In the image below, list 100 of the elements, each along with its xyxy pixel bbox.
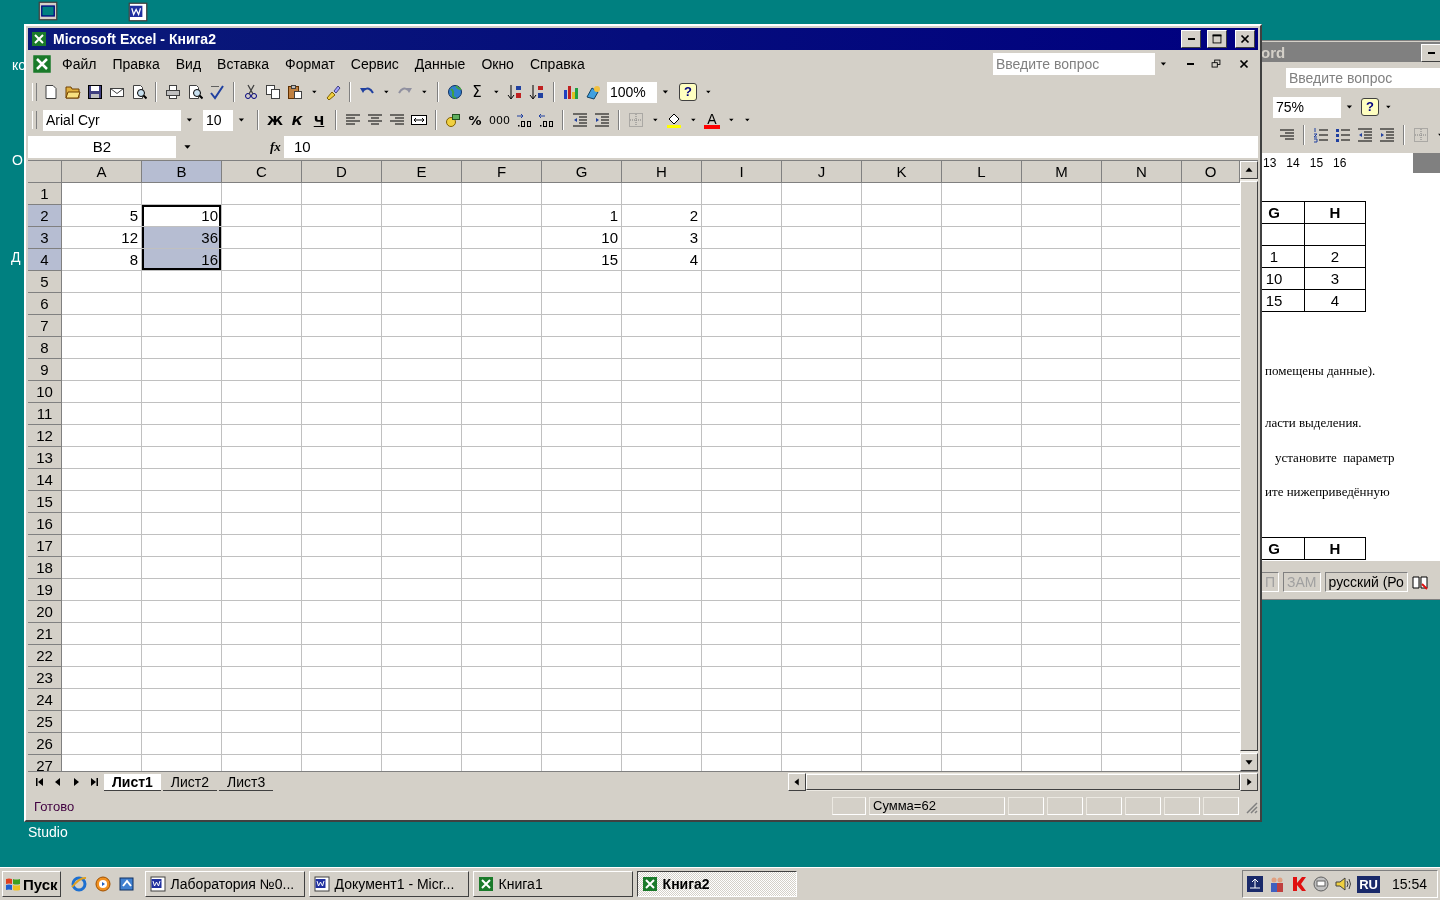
- column-header[interactable]: E: [382, 161, 462, 183]
- font-field[interactable]: Arial Cyr: [43, 109, 197, 131]
- row-header[interactable]: 7: [28, 315, 62, 337]
- column-header[interactable]: N: [1102, 161, 1182, 183]
- close-icon[interactable]: [1237, 57, 1251, 71]
- row-header[interactable]: 1: [28, 183, 62, 205]
- decrease-decimal-icon[interactable]: [538, 112, 554, 128]
- horizontal-scrollbar[interactable]: [788, 773, 1258, 791]
- column-header[interactable]: B: [142, 161, 222, 183]
- row-header[interactable]: 20: [28, 601, 62, 623]
- column-header[interactable]: H: [622, 161, 702, 183]
- row-header[interactable]: 6: [28, 293, 62, 315]
- row-header[interactable]: 11: [28, 403, 62, 425]
- magnifier-page-icon[interactable]: [131, 84, 147, 100]
- column-header[interactable]: M: [1022, 161, 1102, 183]
- scissors-icon[interactable]: [243, 84, 259, 100]
- menu-item[interactable]: Сервис: [342, 56, 407, 72]
- percent-button[interactable]: %: [467, 110, 483, 130]
- increase-decimal-icon[interactable]: [516, 112, 532, 128]
- menu-item[interactable]: Справка: [521, 56, 593, 72]
- minimize-button[interactable]: [1421, 44, 1440, 62]
- printer-icon[interactable]: [165, 84, 181, 100]
- sort-descending-icon[interactable]: [529, 84, 545, 100]
- menu-item[interactable]: Окно: [473, 56, 522, 72]
- help-button[interactable]: ?: [679, 83, 697, 101]
- language-indicator[interactable]: RU: [1357, 875, 1380, 893]
- column-header[interactable]: D: [302, 161, 382, 183]
- italic-button[interactable]: К: [289, 110, 305, 130]
- row-header[interactable]: 16: [28, 513, 62, 535]
- row-header[interactable]: 27: [28, 755, 62, 771]
- row-header[interactable]: 2: [28, 205, 62, 227]
- column-header[interactable]: J: [782, 161, 862, 183]
- magnifier-page-icon[interactable]: [187, 84, 203, 100]
- zoom-field[interactable]: 100%: [607, 81, 673, 103]
- menu-item[interactable]: Вставка: [209, 56, 278, 72]
- column-header[interactable]: G: [542, 161, 622, 183]
- underline-button[interactable]: Ч: [311, 110, 327, 130]
- column-header[interactable]: L: [942, 161, 1022, 183]
- row-header[interactable]: 25: [28, 711, 62, 733]
- autosum-button[interactable]: Σ: [469, 82, 485, 102]
- vertical-scrollbar[interactable]: [1240, 161, 1258, 771]
- spell-check-icon[interactable]: [209, 84, 225, 100]
- play-disc-icon[interactable]: [94, 876, 111, 892]
- bold-button[interactable]: Ж: [267, 110, 283, 130]
- minimize-icon[interactable]: [1186, 62, 1195, 66]
- taskbar-button[interactable]: Лаборатория №0...: [144, 871, 305, 897]
- indent-icon[interactable]: [594, 112, 610, 128]
- align-center-icon[interactable]: [367, 112, 383, 128]
- bullet-list-icon[interactable]: [1335, 127, 1351, 143]
- zoom-field[interactable]: 75%: [1273, 96, 1357, 118]
- select-all-button[interactable]: [28, 161, 62, 183]
- question-field[interactable]: Введите вопрос: [1286, 68, 1440, 88]
- start-button[interactable]: Пуск: [2, 871, 61, 897]
- row-header[interactable]: 23: [28, 667, 62, 689]
- browser-icon[interactable]: [70, 876, 87, 892]
- row-header[interactable]: 19: [28, 579, 62, 601]
- clipboard-icon[interactable]: [287, 84, 303, 100]
- new-file-icon[interactable]: [43, 84, 59, 100]
- column-header[interactable]: C: [222, 161, 302, 183]
- taskbar-button[interactable]: Книга2: [636, 871, 797, 897]
- column-header[interactable]: K: [862, 161, 942, 183]
- row-header[interactable]: 13: [28, 447, 62, 469]
- column-header[interactable]: F: [462, 161, 542, 183]
- row-header[interactable]: 22: [28, 645, 62, 667]
- sheet-tab[interactable]: Лист2: [162, 773, 218, 791]
- numbered-list-icon[interactable]: [1313, 127, 1329, 143]
- network-icon[interactable]: [1247, 876, 1264, 892]
- brush-icon[interactable]: [325, 84, 341, 100]
- row-header[interactable]: 26: [28, 733, 62, 755]
- row-header[interactable]: 3: [28, 227, 62, 249]
- outdent-icon[interactable]: [572, 112, 588, 128]
- sheet-tab[interactable]: Лист3: [219, 773, 274, 791]
- row-header[interactable]: 17: [28, 535, 62, 557]
- column-header[interactable]: I: [702, 161, 782, 183]
- row-header[interactable]: 18: [28, 557, 62, 579]
- menu-item[interactable]: Данные: [406, 56, 474, 72]
- spreadsheet-logo-icon[interactable]: [32, 54, 52, 74]
- open-folder-icon[interactable]: [65, 84, 81, 100]
- menu-item[interactable]: Файл: [54, 56, 105, 72]
- speaker-icon[interactable]: [1335, 876, 1352, 892]
- function-button[interactable]: fx: [270, 139, 284, 155]
- column-header[interactable]: A: [62, 161, 142, 183]
- align-right-icon[interactable]: [1279, 127, 1295, 143]
- maximize-button[interactable]: [1207, 30, 1227, 48]
- align-right-icon[interactable]: [389, 112, 405, 128]
- restore-icon[interactable]: [1209, 57, 1223, 71]
- row-header[interactable]: 12: [28, 425, 62, 447]
- row-header[interactable]: 14: [28, 469, 62, 491]
- sheet-tab[interactable]: Лист1: [104, 773, 161, 791]
- row-header[interactable]: 8: [28, 337, 62, 359]
- font-size-field[interactable]: 10: [203, 109, 249, 131]
- row-header[interactable]: 9: [28, 359, 62, 381]
- row-header[interactable]: 4: [28, 249, 62, 271]
- formula-field[interactable]: 10: [284, 136, 1258, 158]
- shapes-icon[interactable]: [585, 84, 601, 100]
- bar-chart-icon[interactable]: [563, 84, 579, 100]
- globe-icon[interactable]: [447, 84, 463, 100]
- save-icon[interactable]: [87, 84, 103, 100]
- row-header[interactable]: 10: [28, 381, 62, 403]
- menu-item[interactable]: Вид: [167, 56, 210, 72]
